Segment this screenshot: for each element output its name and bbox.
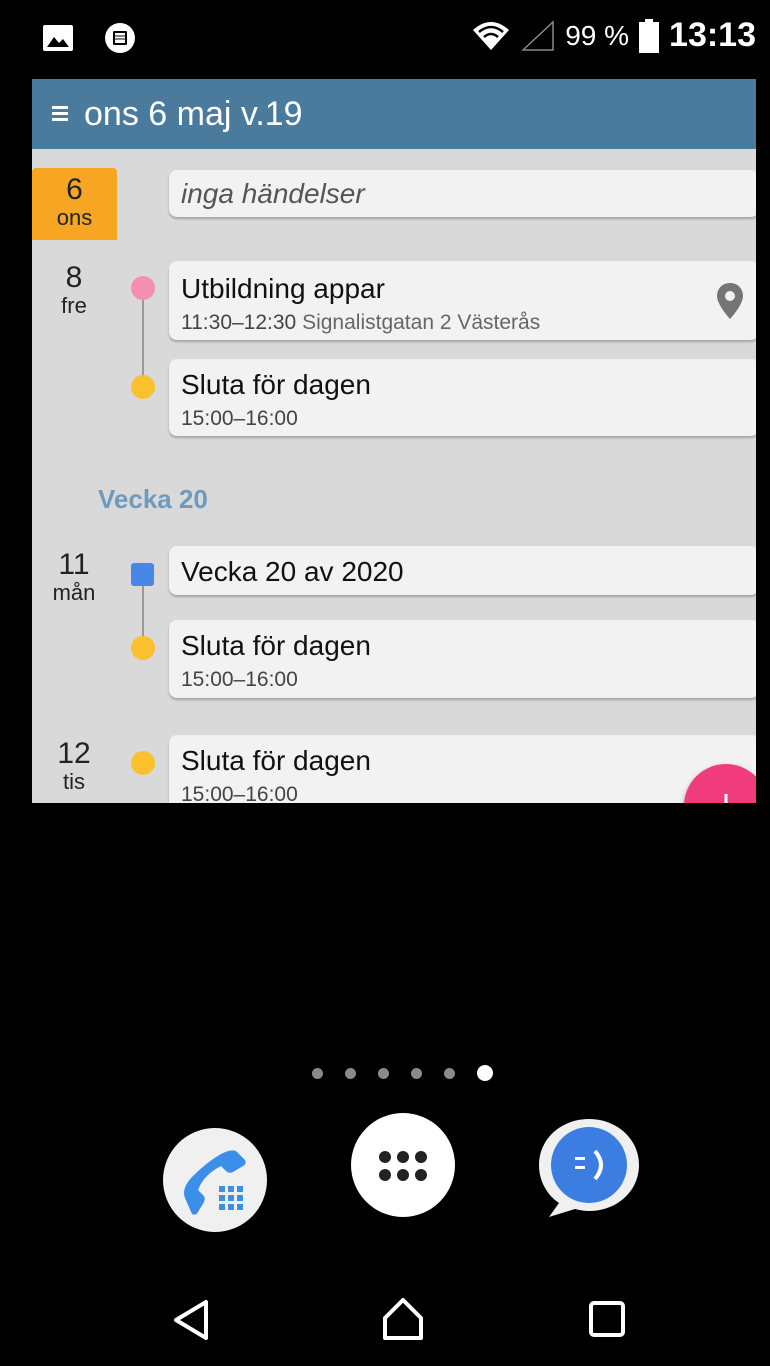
app-drawer-button[interactable] — [351, 1113, 455, 1217]
no-events-text: inga händelser — [181, 178, 365, 209]
day-weekday: mån — [52, 580, 96, 605]
day-label: 11 mån — [46, 549, 102, 605]
event-card[interactable]: Sluta för dagen 15:00–16:00 — [169, 735, 756, 803]
day-number: 11 — [58, 548, 90, 581]
event-color-dot — [131, 636, 155, 660]
battery-percent: 99 % — [565, 19, 630, 51]
event-color-dot — [131, 751, 155, 775]
app-drawer-icon — [379, 1151, 427, 1181]
day-weekday: ons — [56, 205, 93, 230]
day-label: 12 tis — [48, 738, 100, 794]
event-title: Sluta för dagen — [181, 369, 371, 400]
day-number: 12 — [57, 737, 91, 770]
widget-title: ons 6 maj v.19 — [84, 94, 303, 133]
event-time: 15:00–16:00 — [181, 407, 298, 430]
day-number: 6 — [66, 173, 83, 206]
location-pin-icon[interactable] — [715, 281, 745, 321]
event-color-square — [131, 563, 154, 586]
battery-icon — [639, 18, 660, 53]
plus-icon — [724, 794, 728, 803]
event-title: Sluta för dagen — [181, 630, 371, 661]
menu-icon[interactable] — [52, 106, 68, 122]
messaging-icon — [539, 1119, 639, 1217]
day-weekday: fre — [61, 293, 87, 318]
event-card[interactable]: Sluta för dagen 15:00–16:00 — [169, 620, 756, 698]
day-label-today: 6 ons — [32, 168, 117, 240]
page-indicator — [312, 1065, 493, 1081]
event-title: Sluta för dagen — [181, 745, 371, 776]
messaging-app-button[interactable] — [537, 1115, 641, 1219]
page-dot[interactable] — [312, 1067, 323, 1079]
event-location: Signalistgatan 2 Västerås — [302, 311, 541, 334]
timeline-connector — [142, 586, 144, 638]
status-bar: 99 % 13:13 — [0, 0, 770, 78]
event-title: Utbildning appar — [181, 273, 385, 304]
event-time: 11:30–12:30 — [181, 311, 297, 334]
page-dot-active[interactable] — [477, 1065, 493, 1081]
page-dot[interactable] — [444, 1067, 455, 1079]
calendar-widget[interactable]: ons 6 maj v.19 6 ons inga händelser 8 fr… — [32, 79, 756, 803]
phone-app-button[interactable] — [163, 1128, 267, 1232]
image-icon — [43, 25, 73, 51]
page-dot[interactable] — [378, 1067, 389, 1079]
event-time: 15:00–16:00 — [181, 783, 298, 803]
page-dot[interactable] — [411, 1067, 422, 1079]
home-icon[interactable] — [381, 1296, 425, 1342]
no-events-card[interactable]: inga händelser — [169, 170, 756, 217]
page-dot[interactable] — [345, 1067, 356, 1079]
event-card[interactable]: Sluta för dagen 15:00–16:00 — [169, 359, 756, 436]
event-card[interactable]: Utbildning appar 11:30–12:30 Signalistga… — [169, 261, 756, 340]
event-title: Vecka 20 av 2020 — [181, 556, 404, 587]
back-icon[interactable] — [170, 1298, 214, 1342]
day-label: 8 fre — [50, 262, 98, 318]
signal-icon — [521, 19, 554, 51]
event-color-dot — [131, 375, 155, 399]
week-heading: Vecka 20 — [98, 484, 208, 514]
event-card[interactable]: Vecka 20 av 2020 — [169, 546, 756, 595]
app-notification-icon — [105, 23, 135, 53]
timeline-connector — [142, 300, 144, 382]
day-weekday: tis — [63, 769, 85, 794]
widget-header[interactable]: ons 6 maj v.19 — [32, 79, 756, 149]
event-time: 15:00–16:00 — [181, 668, 298, 691]
phone-icon — [184, 1150, 246, 1215]
day-number: 8 — [65, 261, 83, 294]
event-color-dot — [131, 276, 155, 300]
wifi-icon — [473, 21, 510, 50]
event-subtitle: 11:30–12:30 Signalistgatan 2 Västerås — [181, 311, 540, 335]
clock: 13:13 — [669, 16, 756, 54]
recents-icon[interactable] — [588, 1300, 626, 1338]
